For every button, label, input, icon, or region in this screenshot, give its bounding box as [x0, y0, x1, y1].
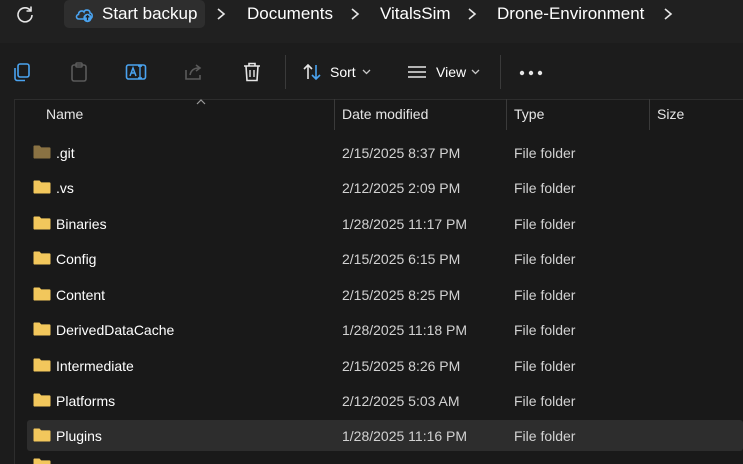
chevron-right-icon[interactable] [465, 6, 479, 22]
view-button[interactable]: View [403, 58, 487, 86]
column-divider[interactable] [334, 99, 335, 130]
file-name: Config [56, 251, 97, 267]
file-list-pane: Name Date modified Type Size .git 2/15/2… [0, 99, 743, 464]
file-type: File folder [514, 251, 576, 267]
breadcrumb-vitalssim[interactable]: VitalsSim [380, 4, 451, 24]
folder-icon [33, 458, 51, 464]
cloud-backup-icon [75, 9, 93, 23]
chevron-right-icon[interactable] [214, 6, 228, 22]
folder-icon [33, 428, 51, 442]
column-header-date[interactable]: Date modified [342, 106, 428, 122]
start-backup-label: Start backup [102, 4, 198, 23]
file-type: File folder [514, 216, 576, 232]
command-separator [285, 55, 286, 89]
chevron-down-icon [471, 69, 480, 75]
folder-icon [33, 287, 51, 301]
chevron-right-icon[interactable] [348, 6, 362, 22]
sort-label: Sort [330, 64, 356, 80]
file-date: 2/15/2025 6:15 PM [342, 251, 461, 267]
sort-ascending-icon [196, 99, 206, 105]
folder-icon [33, 180, 51, 194]
file-row[interactable]: .git 2/15/2025 8:37 PM File folder [27, 137, 743, 168]
breadcrumb-documents[interactable]: Documents [247, 4, 333, 24]
file-name: Platforms [56, 393, 116, 409]
file-row[interactable]: Binaries 1/28/2025 11:17 PM File folder [27, 208, 743, 239]
share-icon[interactable] [182, 60, 206, 84]
file-row[interactable]: DerivedDataCache 1/28/2025 11:18 PM File… [27, 314, 743, 345]
file-row[interactable]: Intermediate 2/15/2025 8:26 PM File fold… [27, 350, 743, 381]
column-divider[interactable] [649, 99, 650, 130]
sort-button[interactable]: Sort [298, 58, 380, 86]
view-icon [408, 66, 426, 78]
file-name: Content [56, 287, 106, 303]
start-backup-button[interactable]: Start backup [64, 0, 205, 28]
address-bar: Start backup Documents VitalsSim Drone-E… [0, 0, 743, 43]
column-divider[interactable] [506, 99, 507, 130]
file-name: .vs [56, 180, 74, 196]
column-header-row: Name Date modified Type Size [15, 99, 743, 131]
rename-icon[interactable] [124, 60, 148, 84]
file-type: File folder [514, 287, 576, 303]
more-icon[interactable] [519, 70, 543, 76]
folder-icon [33, 358, 51, 372]
file-date: 1/28/2025 11:17 PM [342, 216, 468, 232]
file-type: File folder [514, 322, 576, 338]
delete-icon[interactable] [240, 60, 264, 84]
file-row[interactable]: Content 2/15/2025 8:25 PM File folder [27, 279, 743, 310]
file-row[interactable]: Config 2/15/2025 6:15 PM File folder [27, 243, 743, 274]
folder-icon [33, 145, 51, 159]
file-date: 1/28/2025 11:18 PM [342, 322, 468, 338]
copy-icon[interactable] [10, 60, 34, 84]
file-date: 1/28/2025 11:16 PM [342, 428, 468, 444]
file-date: 2/15/2025 8:37 PM [342, 145, 461, 161]
folder-icon [33, 216, 51, 230]
file-date: 2/12/2025 5:03 AM [342, 393, 460, 409]
column-header-name[interactable]: Name [46, 106, 83, 122]
view-label: View [436, 64, 467, 80]
folder-icon [33, 322, 51, 336]
folder-icon [33, 251, 51, 265]
file-name: .git [56, 145, 75, 161]
refresh-icon[interactable] [14, 4, 36, 26]
file-date: 2/15/2025 8:26 PM [342, 358, 461, 374]
pane-divider[interactable] [14, 99, 15, 464]
column-header-type[interactable]: Type [514, 106, 544, 122]
file-name: Plugins [56, 428, 102, 444]
sort-icon [303, 63, 321, 81]
chevron-right-icon[interactable] [661, 6, 675, 22]
column-header-size[interactable]: Size [657, 106, 684, 122]
file-date: 2/15/2025 8:25 PM [342, 287, 461, 303]
breadcrumb-drone-environment[interactable]: Drone-Environment [497, 4, 644, 24]
file-type: File folder [514, 428, 576, 444]
file-row[interactable]: Platforms 2/12/2025 5:03 AM File folder [27, 385, 743, 416]
folder-icon [33, 393, 51, 407]
navigation-pane-edge [0, 99, 14, 464]
file-row[interactable]: .vs 2/12/2025 2:09 PM File folder [27, 172, 743, 203]
chevron-down-icon [362, 69, 371, 75]
file-name: Intermediate [56, 358, 134, 374]
file-date: 2/12/2025 2:09 PM [342, 180, 461, 196]
file-name: DerivedDataCache [56, 322, 175, 338]
paste-icon[interactable] [67, 60, 91, 84]
file-type: File folder [514, 145, 576, 161]
file-type: File folder [514, 358, 576, 374]
file-type: File folder [514, 393, 576, 409]
file-type: File folder [514, 180, 576, 196]
command-separator [500, 55, 501, 89]
file-row-selected[interactable]: Plugins 1/28/2025 11:16 PM File folder [27, 420, 743, 451]
command-bar: Sort View [0, 43, 743, 100]
file-name: Binaries [56, 216, 107, 232]
